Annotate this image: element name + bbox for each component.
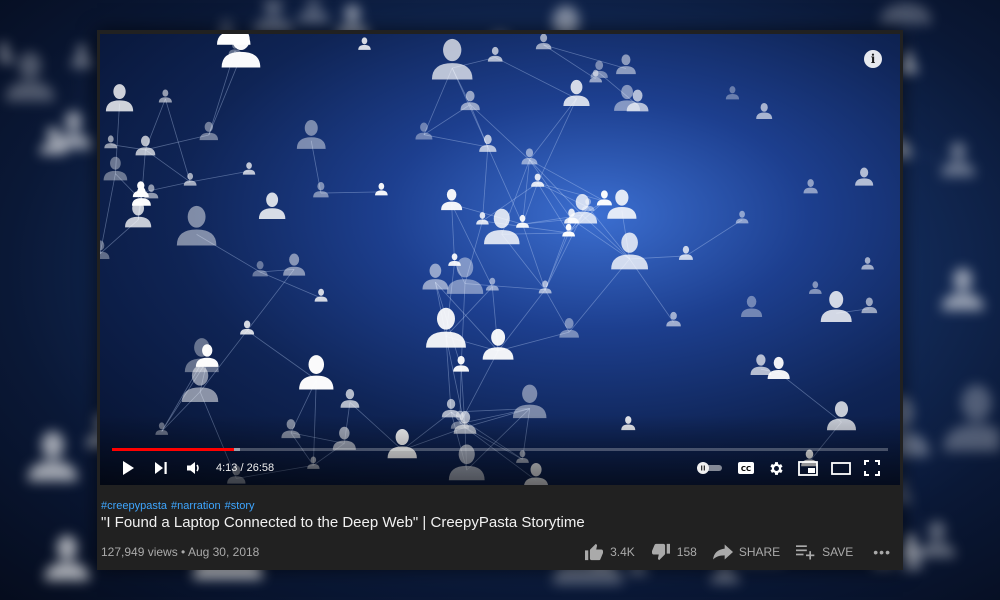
autoplay-toggle-icon	[697, 462, 722, 474]
hashtag-link[interactable]: #creepypasta	[101, 500, 167, 512]
gear-icon	[770, 461, 783, 475]
progress-played	[112, 448, 234, 451]
captions-icon: CC	[738, 462, 754, 474]
player-controls: 4:13 / 26:58 CC	[100, 454, 900, 482]
dislike-button[interactable]: 158	[651, 543, 697, 561]
autoplay-toggle[interactable]	[696, 461, 724, 475]
fullscreen-icon	[864, 460, 880, 476]
hashtag-list: #creepypasta #narration #story	[101, 500, 903, 512]
settings-button[interactable]	[768, 460, 785, 477]
like-count: 3.4K	[610, 545, 635, 559]
volume-icon	[187, 462, 199, 474]
miniplayer-icon	[798, 460, 818, 476]
video-stats-row: 127,949 views • Aug 30, 2018 3.4K 158 SH…	[101, 542, 891, 562]
play-icon	[123, 461, 134, 475]
save-label: SAVE	[822, 545, 854, 559]
volume-button[interactable]	[186, 460, 202, 476]
video-actions: 3.4K 158 SHARE SAVE •••	[584, 543, 891, 561]
theater-mode-icon	[831, 461, 851, 475]
share-label: SHARE	[738, 545, 781, 559]
right-controls: CC	[696, 460, 900, 477]
video-card: i 4:13 / 26:58 CC #creepypasta #narratio…	[97, 30, 903, 570]
view-count: 127,949 views	[101, 545, 178, 559]
more-icon[interactable]: •••	[873, 544, 891, 560]
next-button[interactable]	[154, 461, 168, 475]
hashtag-link[interactable]: #narration	[171, 500, 221, 512]
time-total: 26:58	[246, 462, 275, 474]
thumbs-down-icon	[651, 543, 670, 561]
time-current: 4:13	[216, 462, 238, 474]
add-to-playlist-icon	[796, 545, 815, 560]
play-button[interactable]	[120, 460, 136, 476]
video-player[interactable]: i 4:13 / 26:58 CC	[100, 34, 900, 485]
thumbs-up-icon	[585, 543, 604, 561]
like-button[interactable]: 3.4K	[584, 543, 635, 561]
stats-separator: •	[177, 545, 188, 559]
captions-button[interactable]: CC	[737, 461, 755, 475]
info-icon[interactable]: i	[864, 50, 882, 68]
save-button[interactable]: SAVE	[796, 544, 853, 560]
hashtag-link[interactable]: #story	[225, 500, 255, 512]
svg-text:CC: CC	[741, 465, 751, 473]
fullscreen-button[interactable]	[864, 460, 880, 476]
video-title: "I Found a Laptop Connected to the Deep …	[101, 514, 585, 531]
time-separator: /	[237, 462, 247, 474]
next-icon	[155, 462, 167, 474]
upload-date: Aug 30, 2018	[187, 545, 260, 559]
dislike-count: 158	[676, 545, 697, 559]
miniplayer-button[interactable]	[798, 460, 818, 476]
time-display: 4:13 / 26:58	[216, 462, 274, 474]
video-meta: #creepypasta #narration #story "I Found …	[101, 500, 903, 531]
view-count-and-date: 127,949 views • Aug 30, 2018	[101, 545, 259, 559]
share-button[interactable]: SHARE	[712, 544, 781, 560]
theater-mode-button[interactable]	[831, 461, 851, 475]
progress-bar[interactable]	[112, 448, 888, 451]
share-icon	[712, 544, 733, 560]
